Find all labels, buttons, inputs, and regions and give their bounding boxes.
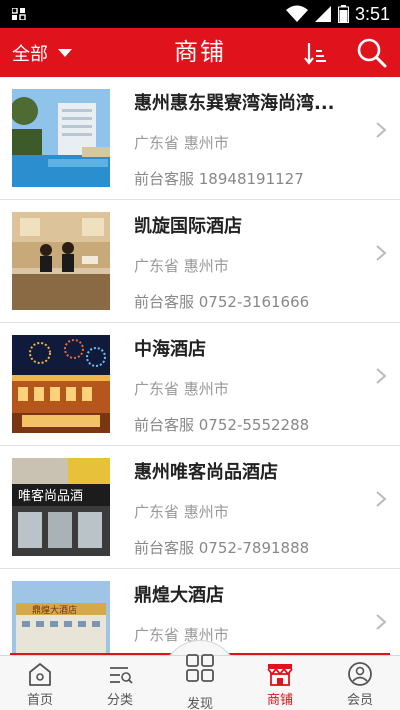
chevron-right-icon	[376, 368, 387, 384]
battery-icon	[337, 5, 349, 23]
shop-thumbnail	[12, 89, 110, 187]
top-app-bar: 全部 商铺	[0, 28, 400, 77]
nav-store-label: 商铺	[266, 693, 293, 708]
shop-phone: 前台客服 18948191127	[134, 170, 304, 188]
shop-list[interactable]: 惠州惠东巽寮湾海尚湾... 广东省 惠州市 前台客服 18948191127 凯…	[0, 77, 400, 654]
status-bar: 3:51	[0, 0, 400, 28]
nav-home-label: 首页	[26, 693, 53, 708]
nav-category[interactable]: 分类	[80, 656, 160, 710]
shop-region: 广东省 惠州市	[134, 134, 229, 152]
status-time: 3:51	[354, 3, 390, 24]
chevron-right-icon	[376, 122, 387, 138]
nav-member[interactable]: 会员	[320, 656, 400, 710]
shop-region: 广东省 惠州市	[134, 380, 229, 398]
nav-store[interactable]: 商铺	[240, 656, 320, 710]
nav-discover[interactable]: 发现	[160, 654, 240, 710]
chevron-right-icon	[376, 491, 387, 507]
shop-thumbnail	[12, 212, 110, 310]
shop-phone: 前台客服 0752-5552288	[134, 416, 310, 434]
building-sign: 鼎煌大酒店	[32, 604, 77, 616]
shop-name: 中海酒店	[134, 339, 206, 360]
chevron-right-icon	[376, 245, 387, 261]
shop-list-item[interactable]: 惠州惠东巽寮湾海尚湾... 广东省 惠州市 前台客服 18948191127	[0, 77, 400, 200]
filter-label: 全部	[12, 43, 48, 65]
shop-list-item[interactable]: 中海酒店 广东省 惠州市 前台客服 0752-5552288	[0, 323, 400, 446]
store-icon	[267, 664, 293, 686]
nav-home[interactable]: 首页	[0, 656, 80, 710]
shop-thumbnail: 唯客尚品酒	[12, 458, 110, 556]
shop-thumbnail: 鼎煌大酒店	[12, 581, 110, 654]
nav-member-label: 会员	[346, 693, 373, 708]
shop-name: 凯旋国际酒店	[134, 216, 242, 237]
shop-name: 鼎煌大酒店	[134, 585, 224, 606]
filter-dropdown[interactable]: 全部	[12, 28, 72, 77]
home-icon	[29, 663, 51, 686]
storefront-sign: 唯客尚品酒	[18, 488, 83, 504]
grid-icon	[186, 654, 214, 682]
shop-list-item[interactable]: 凯旋国际酒店 广东省 惠州市 前台客服 0752-3161666	[0, 200, 400, 323]
shop-region: 广东省 惠州市	[134, 626, 229, 644]
shop-thumbnail	[12, 335, 110, 433]
user-icon	[348, 662, 372, 686]
chevron-right-icon	[376, 614, 387, 630]
bottom-navigation: 首页 分类 发现 商铺 会员	[0, 654, 400, 710]
nav-discover-label: 发现	[186, 697, 213, 710]
shop-region: 广东省 惠州市	[134, 503, 229, 521]
shop-name: 惠州唯客尚品酒店	[134, 462, 278, 483]
category-icon	[110, 667, 133, 684]
shop-phone: 前台客服 0752-3161666	[134, 293, 310, 311]
shop-phone: 前台客服 0752-7891888	[134, 539, 310, 557]
signal-icon	[314, 6, 331, 22]
notification-icon	[12, 8, 26, 20]
wifi-icon	[285, 5, 308, 22]
search-icon[interactable]	[356, 37, 388, 69]
shop-list-item[interactable]: 唯客尚品酒 惠州唯客尚品酒店 广东省 惠州市 前台客服 0752-7891888	[0, 446, 400, 569]
shop-region: 广东省 惠州市	[134, 257, 229, 275]
shop-name: 惠州惠东巽寮湾海尚湾...	[134, 93, 335, 114]
nav-category-label: 分类	[106, 693, 133, 708]
sort-icon[interactable]	[302, 40, 328, 66]
caret-down-icon	[58, 48, 72, 57]
